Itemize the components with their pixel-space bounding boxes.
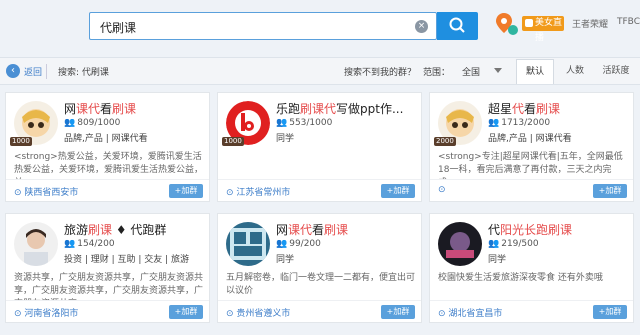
group-name[interactable]: 网课代看刷课 <box>64 100 204 117</box>
join-group-button[interactable]: +加群 <box>381 184 415 198</box>
diamond-icon: ♦ <box>112 223 131 237</box>
avatar <box>438 222 482 266</box>
group-tags: 同学 <box>276 255 295 265</box>
group-tags: 品牌,产品 | 网课代看 <box>64 134 148 144</box>
join-group-button[interactable]: +加群 <box>169 184 203 198</box>
search-box[interactable]: 代刷课 × <box>89 12 437 40</box>
group-tags: 投资 | 理财 | 互助 | 交友 | 旅游 <box>64 255 190 265</box>
username[interactable]: 王者荣耀 <box>572 17 608 30</box>
level-badge: 1000 <box>10 137 32 146</box>
tab-members[interactable]: 人数 <box>556 59 594 84</box>
group-desc: 校園快爱生活爱旅游深夜零食 还有外卖哦 <box>438 273 603 283</box>
avatar <box>226 222 270 266</box>
location-icon: ⊙ <box>14 188 22 198</box>
card-footer: ⊙ 湖北省宜昌市 +加群 <box>430 300 633 322</box>
live-icon <box>525 19 533 27</box>
group-desc: <strong>热爱公益，关爱环境，爱腾讯爱生活热爱公益，关爱环境，爱腾讯爱生活… <box>14 152 204 179</box>
tab-activity[interactable]: 活跃度 <box>597 59 635 84</box>
group-card[interactable]: 旅游刷课 ♦ 代跑群 👥 154/200 投资 | 理财 | 互助 | 交友 | … <box>5 213 210 323</box>
people-icon: 👥 <box>64 118 76 128</box>
card-footer: ⊙ 陕西省西安市 +加群 <box>6 179 209 201</box>
member-count: 👥 99/200 <box>276 239 321 249</box>
top-bar: 代刷课 × 美女直播 王者荣耀 TFBC <box>0 0 640 50</box>
location-icon: ⊙ <box>438 185 446 195</box>
people-icon: 👥 <box>488 118 500 128</box>
join-group-button[interactable]: +加群 <box>593 184 627 198</box>
join-group-button[interactable]: +加群 <box>169 305 203 319</box>
live-label: 美女直播 <box>535 18 563 43</box>
group-card[interactable]: 网课代看刷课 👥 99/200 同学 五月解密卷，临门一卷文理一二都有，便宜出可以… <box>217 213 422 323</box>
user-tag[interactable]: TFBC <box>617 17 640 27</box>
join-group-button[interactable]: +加群 <box>381 305 415 319</box>
join-group-button[interactable]: +加群 <box>593 305 627 319</box>
back-icon[interactable]: ‹ <box>6 64 20 78</box>
card-footer: ⊙ 河南省洛阳市 +加群 <box>6 300 209 322</box>
group-tags: 同学 <box>488 255 507 265</box>
location: ⊙ 湖北省宜昌市 <box>438 309 503 319</box>
group-name[interactable]: 超星代看刷课 <box>488 100 628 117</box>
search-icon <box>449 17 465 33</box>
location: ⊙ 河南省洛阳市 <box>14 309 79 319</box>
filter-bar: ‹ 返回 搜索: 代刷课 搜索不到我的群？ 范围： 全国 默认 人数 活跃度 <box>0 57 640 85</box>
scope-select[interactable]: 全国 <box>462 65 480 78</box>
tab-default[interactable]: 默认 <box>516 59 554 84</box>
live-badge[interactable]: 美女直播 <box>522 16 564 43</box>
group-card[interactable]: 1000 网课代看刷课 👥 809/1000 品牌,产品 | 网课代看 <stro… <box>5 92 210 202</box>
location-icon: ⊙ <box>438 309 446 319</box>
group-desc: 资源共享，广交朋友资源共享，广交朋友资源共享，广交朋友资源共享，广交朋友资源共享… <box>14 273 204 300</box>
member-count: 👥 154/200 <box>64 239 115 249</box>
level-badge: 2000 <box>434 137 456 146</box>
location-icon: ⊙ <box>14 309 22 319</box>
card-footer: ⊙ 贵州省遵义市 +加群 <box>218 300 421 322</box>
group-tags: 同学 <box>276 134 295 144</box>
back-link[interactable]: 返回 <box>24 65 42 78</box>
divider <box>46 64 47 79</box>
people-icon: 👥 <box>488 239 500 249</box>
level-badge: 1000 <box>222 137 244 146</box>
people-icon: 👥 <box>276 118 288 128</box>
group-name[interactable]: 旅游刷课 ♦ 代跑群 <box>64 221 204 238</box>
group-card[interactable]: 1000 乐跑刷课代写做ppt作... 👥 553/1000 同学 ⊙ 江苏省常州… <box>217 92 422 202</box>
location: ⊙ <box>438 185 446 195</box>
location: ⊙ 陕西省西安市 <box>14 188 79 198</box>
avatar <box>14 222 58 266</box>
group-name[interactable]: 乐跑刷课代写做ppt作... <box>276 100 416 117</box>
people-icon: 👥 <box>276 239 288 249</box>
group-tags: 品牌,产品 | 网课代看 <box>488 134 572 144</box>
member-count: 👥 219/500 <box>488 239 539 249</box>
group-name[interactable]: 代阳光长跑刷课 <box>488 221 628 238</box>
location-pin-icon[interactable] <box>493 11 519 37</box>
group-desc: 五月解密卷，临门一卷文理一二都有，便宜出可以议价 <box>226 273 416 296</box>
member-count: 👥 1713/2000 <box>488 118 551 128</box>
group-name[interactable]: 网课代看刷课 <box>276 221 416 238</box>
search-label: 搜索: 代刷课 <box>58 68 109 78</box>
group-card[interactable]: 代阳光长跑刷课 👥 219/500 同学 校園快爱生活爱旅游深夜零食 还有外卖哦 … <box>429 213 634 323</box>
chevron-down-icon[interactable] <box>494 68 502 73</box>
card-footer: ⊙ +加群 <box>430 179 633 201</box>
location-icon: ⊙ <box>226 309 234 319</box>
search-input[interactable]: 代刷课 <box>100 19 136 36</box>
location: ⊙ 贵州省遵义市 <box>226 309 291 319</box>
card-footer: ⊙ 江苏省常州市 +加群 <box>218 179 421 201</box>
not-found-link[interactable]: 搜索不到我的群？ <box>344 65 416 78</box>
scope-label: 范围： <box>423 68 451 78</box>
location: ⊙ 江苏省常州市 <box>226 188 291 198</box>
group-desc: <strong>专注|超星网课代看|五年，全网最低18一科，看完后满意了再付款，… <box>438 152 623 179</box>
member-count: 👥 809/1000 <box>64 118 121 128</box>
group-card[interactable]: 2000 超星代看刷课 👥 1713/2000 品牌,产品 | 网课代看 <str… <box>429 92 634 202</box>
search-button[interactable] <box>437 12 478 40</box>
location-icon: ⊙ <box>226 188 234 198</box>
people-icon: 👥 <box>64 239 76 249</box>
member-count: 👥 553/1000 <box>276 118 333 128</box>
clear-icon[interactable]: × <box>415 20 428 33</box>
